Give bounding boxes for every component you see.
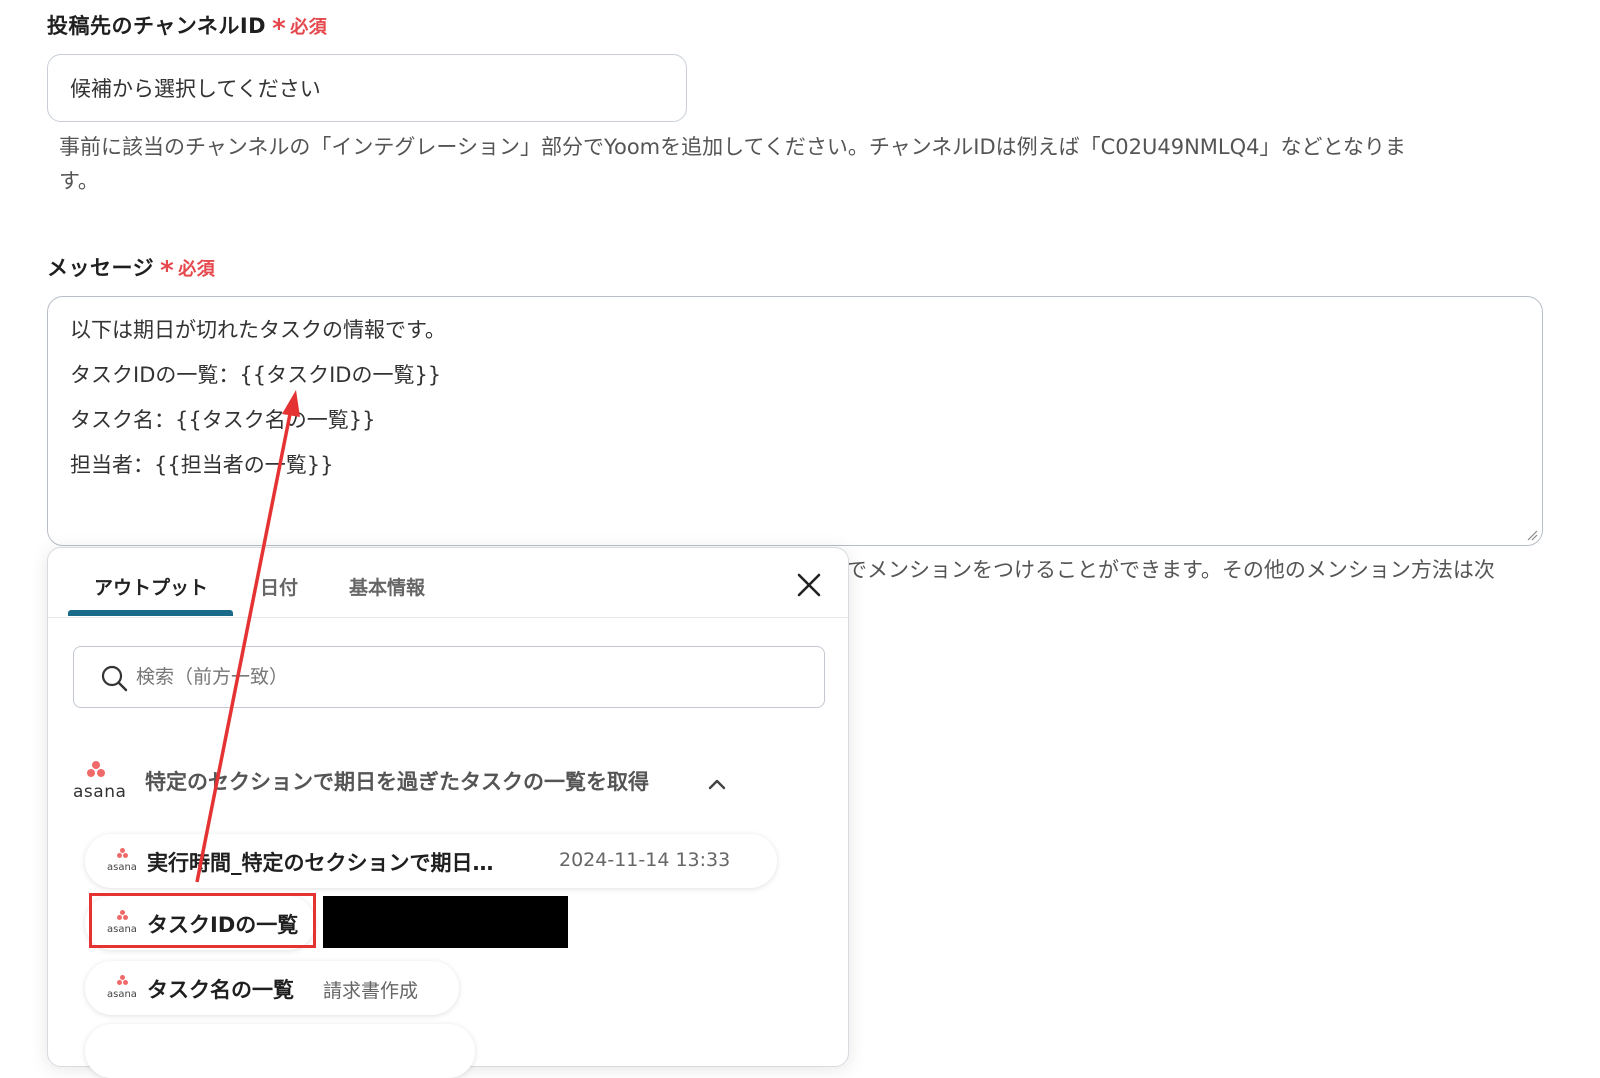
message-label: メッセージ * 必須 [47, 252, 215, 286]
message-label-text: メッセージ [47, 256, 155, 280]
search-placeholder: 検索（前方一致） [136, 666, 289, 688]
channel-id-help: 事前に該当のチャンネルの「インテグレーション」部分でYoomを追加してください。… [59, 130, 1539, 198]
message-help: でメンションをつけることができます。その他のメンション方法は次 [846, 558, 1495, 582]
output-item-task-name-list[interactable]: asana タスク名の一覧 請求書作成 [85, 961, 459, 1015]
tab-basic-info[interactable]: 基本情報 [349, 573, 425, 600]
output-item-value: 請求書作成 [323, 980, 419, 1002]
asana-logo-icon: asana [73, 758, 127, 802]
output-item-name: 実行時間_特定のセクションで期日… [147, 851, 494, 875]
message-line: 以下は期日が切れたタスクの情報です。 [70, 318, 446, 342]
close-icon[interactable] [792, 568, 826, 602]
output-group-header[interactable]: asana 特定のセクションで期日を過ぎたタスクの一覧を取得 [73, 758, 753, 808]
output-group-title: 特定のセクションで期日を過ぎたタスクの一覧を取得 [145, 770, 649, 794]
asana-small-icon: asana [107, 848, 139, 874]
channel-id-help-line1: 事前に該当のチャンネルの「インテグレーション」部分でYoomを追加してください。… [59, 135, 1406, 159]
channel-id-label-text: 投稿先のチャンネルID [47, 14, 267, 38]
channel-id-select[interactable]: 候補から選択してください [47, 54, 687, 122]
message-line: タスクIDの一覧：{{タスクIDの一覧}} [70, 363, 442, 387]
message-textarea[interactable]: 以下は期日が切れたタスクの情報です。 タスクIDの一覧：{{タスクIDの一覧}}… [47, 296, 1543, 546]
chevron-up-icon[interactable] [705, 772, 729, 796]
asana-small-text: asana [107, 989, 137, 1000]
output-item-name: タスク名の一覧 [147, 978, 294, 1002]
required-badge: 必須 [178, 259, 216, 280]
channel-id-help-line2: す。 [59, 169, 99, 193]
channel-id-placeholder: 候補から選択してください [70, 77, 321, 101]
output-item-value: 2024-11-14 13:33 [559, 849, 731, 871]
output-item-execution-time[interactable]: asana 実行時間_特定のセクションで期日… 2024-11-14 13:33 [85, 834, 777, 888]
resize-handle-icon[interactable] [1526, 529, 1538, 541]
message-line: タスク名：{{タスク名の一覧}} [70, 408, 376, 432]
channel-id-label: 投稿先のチャンネルID * 必須 [47, 10, 327, 44]
asana-logo-text: asana [73, 782, 127, 802]
output-item-partial[interactable] [85, 1024, 475, 1078]
asana-small-text: asana [107, 862, 137, 873]
search-input[interactable]: 検索（前方一致） [73, 646, 825, 708]
search-icon [101, 665, 128, 692]
redacted-value [323, 896, 568, 948]
active-tab-indicator [68, 610, 233, 616]
required-badge: 必須 [290, 17, 328, 38]
required-star: * [272, 14, 287, 44]
required-star: * [160, 256, 175, 286]
annotation-highlight-box [89, 893, 316, 948]
tab-date[interactable]: 日付 [260, 573, 298, 600]
tab-output[interactable]: アウトプット [94, 573, 208, 600]
message-line: 担当者：{{担当者の一覧}} [70, 453, 334, 477]
asana-small-icon: asana [107, 975, 139, 1001]
tab-divider [48, 617, 848, 618]
